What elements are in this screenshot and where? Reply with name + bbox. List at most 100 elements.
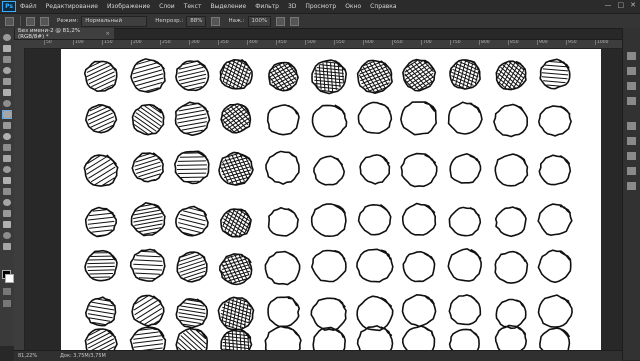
brush-preset-icon[interactable] [5, 16, 14, 26]
ruler-tick-label: 800 [479, 40, 490, 45]
adjustments-icon[interactable] [627, 82, 636, 90]
mode-select[interactable]: Нормальный [81, 15, 148, 27]
pen-icon[interactable] [3, 188, 11, 195]
eyedropper-icon[interactable] [3, 89, 11, 96]
menu-item[interactable]: Изображение [107, 3, 150, 10]
menu-item[interactable]: Файл [20, 3, 37, 10]
sketch-stroke [448, 294, 482, 326]
background-color-swatch[interactable] [5, 274, 14, 283]
menu-item[interactable]: Просмотр [305, 3, 336, 10]
history-brush-icon[interactable] [3, 133, 11, 140]
sketch-stroke [178, 207, 206, 236]
minimize-icon[interactable]: — [605, 1, 612, 9]
brush-icon[interactable] [2, 110, 12, 119]
styles-icon[interactable] [627, 97, 636, 105]
menu-item[interactable]: Текст [184, 3, 202, 10]
menu-item[interactable]: Справка [370, 3, 396, 10]
pressure-size-icon[interactable] [290, 16, 300, 26]
canvas-area[interactable] [25, 49, 622, 350]
sketch-stroke [175, 60, 210, 92]
layers-icon[interactable] [627, 122, 636, 130]
document-canvas[interactable] [61, 49, 601, 350]
quick-mask-icon[interactable] [3, 288, 11, 295]
swatches-icon[interactable] [627, 67, 636, 75]
sketch-stroke [356, 295, 394, 332]
ruler-tick-label: 50 [44, 40, 52, 45]
ruler-tick-label: 650 [392, 40, 403, 45]
shape-icon[interactable] [3, 221, 11, 228]
sketch-stroke [449, 153, 482, 184]
screen-mode-icon[interactable] [3, 300, 11, 307]
divider [20, 16, 21, 26]
close-tab-icon[interactable]: × [105, 31, 110, 37]
opacity-label: Непрозр.: [155, 18, 184, 24]
marquee-icon[interactable] [3, 45, 11, 52]
sketch-stroke [176, 251, 208, 283]
maximize-icon[interactable]: □ [618, 1, 625, 9]
menu-item[interactable]: Окно [345, 3, 361, 10]
flow-label: Наж.: [228, 18, 245, 24]
paths-icon[interactable] [627, 152, 636, 160]
sketch-stroke [177, 61, 207, 91]
document-info[interactable]: Док: 3,75M/3,75M [60, 353, 106, 359]
properties-icon[interactable] [627, 182, 636, 190]
channels-icon[interactable] [627, 137, 636, 145]
zoom-icon[interactable] [3, 243, 11, 250]
pressure-opacity-icon[interactable] [211, 16, 221, 26]
opacity-field[interactable]: 88% [186, 15, 207, 27]
sketch-stroke [448, 328, 480, 350]
menu-item[interactable]: Выделение [210, 3, 246, 10]
sketch-stroke [84, 249, 118, 282]
tools-panel [0, 28, 15, 346]
ruler-tick-label: 250 [160, 40, 171, 45]
history-icon[interactable] [627, 167, 636, 175]
menu-item[interactable]: Редактирование [46, 3, 98, 10]
quick-select-icon[interactable] [3, 67, 11, 74]
mode-label: Режим: [57, 18, 79, 24]
ruler-tick-label: 400 [247, 40, 258, 45]
menu-item[interactable]: Слои [159, 3, 175, 10]
sketch-stroke [267, 296, 301, 328]
sketch-stroke [537, 294, 573, 328]
document-tab[interactable]: Без имени-2 @ 81,2% (RGB/8#) * × [14, 28, 114, 40]
crop-icon[interactable] [3, 78, 11, 85]
lasso-icon[interactable] [3, 56, 11, 63]
gradient-icon[interactable] [3, 155, 11, 162]
zoom-level[interactable]: 81,22% [14, 353, 52, 359]
ruler-tick-label: 850 [508, 40, 519, 45]
close-icon[interactable]: ✕ [630, 1, 636, 9]
blur-icon[interactable] [3, 166, 11, 173]
sketch-stroke [402, 250, 436, 283]
ruler-tick-label: 550 [334, 40, 345, 45]
color-panel-icon[interactable] [627, 52, 636, 60]
sketch-stroke [310, 203, 347, 238]
healing-icon[interactable] [3, 100, 11, 107]
type-icon[interactable] [3, 199, 11, 206]
sketch-stroke [447, 101, 483, 135]
sketch-stroke [313, 155, 346, 186]
ruler-tick-label: 500 [305, 40, 316, 45]
sketch-stroke [401, 325, 436, 350]
path-select-icon[interactable] [3, 210, 11, 217]
move-icon[interactable] [3, 34, 11, 41]
brush-size-icon[interactable] [26, 16, 35, 26]
sketch-stroke [537, 249, 572, 284]
ruler-tick-label: 950 [566, 40, 577, 45]
ruler-tick-label: 200 [131, 40, 142, 45]
menu-item[interactable]: 3D [288, 3, 296, 10]
sketch-stroke [539, 327, 571, 350]
vertical-ruler [14, 48, 25, 350]
ruler-tick-label: 350 [218, 40, 229, 45]
dodge-icon[interactable] [3, 177, 11, 184]
hand-icon[interactable] [3, 232, 11, 239]
flow-field[interactable]: 100% [247, 15, 272, 27]
airbrush-icon[interactable] [276, 16, 286, 26]
sketch-stroke [494, 206, 527, 238]
brush-panel-icon[interactable] [40, 16, 49, 26]
sketch-stroke [134, 153, 162, 182]
sketch-stroke [178, 252, 206, 281]
clone-stamp-icon[interactable] [3, 122, 11, 129]
eraser-icon[interactable] [3, 144, 11, 151]
menu-item[interactable]: Фильтр [255, 3, 279, 10]
sketch-stroke [130, 58, 166, 94]
